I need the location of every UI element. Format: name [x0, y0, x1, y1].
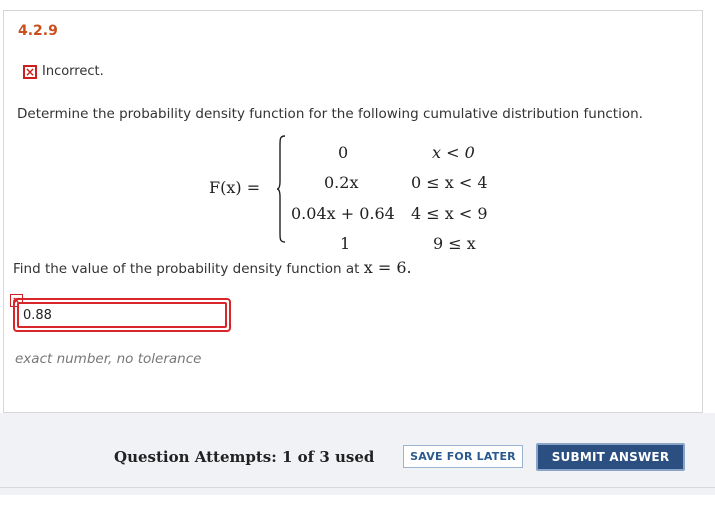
answer-hint: exact number, no tolerance: [15, 351, 202, 367]
status-indicator: × Incorrect.: [23, 64, 104, 79]
cdf-expr-3: 0.04x + 0.64: [291, 204, 395, 223]
answer-field-wrapper: [13, 298, 231, 332]
status-text: Incorrect.: [42, 64, 104, 79]
find-math: x = 6.: [363, 258, 412, 277]
cdf-cond-4: 9 ≤ x: [433, 234, 476, 253]
question-prompt: Determine the probability density functi…: [17, 106, 643, 122]
submit-answer-button[interactable]: SUBMIT ANSWER: [536, 443, 685, 471]
cdf-expr-4: 1: [340, 234, 351, 253]
find-instruction: Find the value of the probability densit…: [13, 258, 412, 277]
cdf-cond-2: 0 ≤ x < 4: [411, 173, 488, 192]
left-brace-icon: [276, 135, 286, 243]
incorrect-x-icon: ×: [23, 64, 37, 79]
question-number: 4.2.9: [18, 23, 58, 39]
find-text: Find the value of the probability densit…: [13, 261, 360, 277]
answer-input[interactable]: [17, 302, 227, 328]
cdf-cond-1: x < 0: [432, 143, 475, 162]
cdf-cond-3: 4 ≤ x < 9: [411, 204, 488, 223]
function-label: F(x) =: [209, 178, 261, 197]
cdf-expr-1: 0: [338, 143, 349, 162]
save-for-later-button[interactable]: SAVE FOR LATER: [403, 445, 523, 468]
footer-divider: [0, 487, 715, 488]
attempts-counter: Question Attempts: 1 of 3 used: [114, 448, 375, 466]
cdf-expr-2: 0.2x: [324, 173, 359, 192]
